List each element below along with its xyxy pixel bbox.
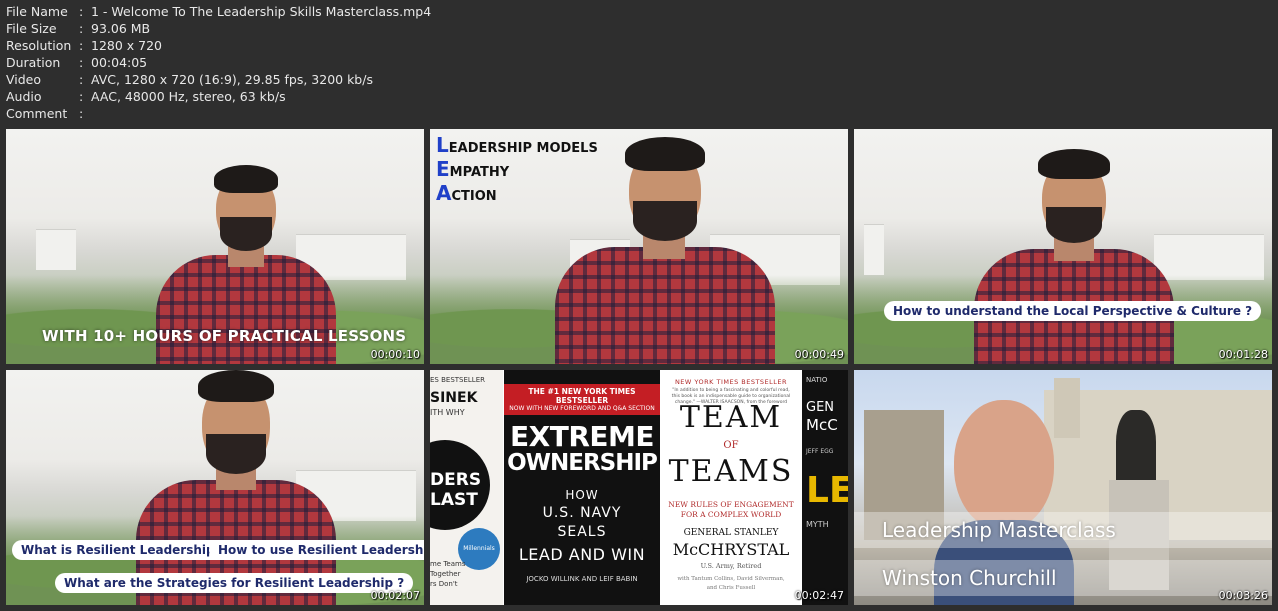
info-value: 00:04:05	[91, 55, 148, 70]
info-separator: :	[79, 21, 84, 36]
timestamp: 00:00:10	[370, 348, 420, 361]
caption: WITH 10+ HOURS OF PRACTICAL LESSONS	[42, 327, 407, 345]
book-team-of-teams: NEW YORK TIMES BESTSELLER "In addition t…	[661, 370, 801, 605]
file-info-row-video: Video: AVC, 1280 x 720 (16:9), 29.85 fps,…	[6, 71, 431, 88]
info-key: Comment	[6, 106, 68, 121]
caption-pill-1: What is Resilient Leadership ?	[12, 540, 235, 560]
timestamp: 00:02:47	[794, 589, 844, 602]
lea-acronym: LEADERSHIP MODELS EMPATHY ACTION	[436, 135, 598, 207]
info-key: File Name	[6, 4, 68, 19]
book-banner: THE #1 NEW YORK TIMES BESTSELLER NOW WIT…	[504, 384, 660, 415]
info-value: 1280 x 720	[91, 38, 163, 53]
info-separator: :	[79, 89, 84, 104]
thumbnail-2[interactable]: LEADERSHIP MODELS EMPATHY ACTION 00:00:4…	[430, 129, 848, 364]
tower	[1054, 378, 1080, 438]
file-info-row-file-size: File Size:93.06 MB	[6, 20, 431, 37]
caption-pill-3: What are the Strategies for Resilient Le…	[55, 573, 414, 593]
file-info-row-audio: Audio: AAC, 48000 Hz, stereo, 63 kb/s	[6, 88, 431, 105]
info-separator: :	[79, 4, 84, 19]
info-separator: :	[79, 38, 84, 53]
timestamp: 00:03:26	[1218, 589, 1268, 602]
caption-pill: How to understand the Local Perspective …	[884, 301, 1262, 321]
presenter	[964, 149, 1184, 364]
timestamp: 00:01:28	[1218, 348, 1268, 361]
info-separator: :	[79, 55, 84, 70]
info-key: Audio	[6, 89, 42, 104]
presenter	[126, 370, 346, 605]
info-separator: :	[79, 106, 84, 121]
lea-line-1: LEADERSHIP MODELS	[436, 133, 598, 157]
file-info-row-comment: Comment:	[6, 105, 431, 122]
info-value: 1 - Welcome To The Leadership Skills Mas…	[91, 4, 432, 19]
lea-line-2: EMPATHY	[436, 157, 510, 181]
book-extreme-ownership: THE #1 NEW YORK TIMES BESTSELLER NOW WIT…	[504, 370, 660, 605]
caption-pill-2: How to use Resilient Leadership ?	[209, 540, 424, 560]
building	[864, 224, 884, 275]
file-info-panel: File Name:1 - Welcome To The Leadership …	[6, 3, 431, 122]
file-info-row-file-name: File Name:1 - Welcome To The Leadership …	[6, 3, 431, 20]
info-key: Resolution	[6, 38, 72, 53]
info-value: AAC, 48000 Hz, stereo, 63 kb/s	[91, 89, 286, 104]
book-leaders-eat-last: ES BESTSELLER SINEK ITH WHY DERS LAST Mi…	[430, 370, 503, 605]
thumbnail-6[interactable]: Leadership Masterclass Winston Churchill…	[854, 370, 1272, 605]
thumbnail-3[interactable]: How to understand the Local Perspective …	[854, 129, 1272, 364]
thumbnail-5[interactable]: ES BESTSELLER SINEK ITH WHY DERS LAST Mi…	[430, 370, 848, 605]
info-key: Video	[6, 72, 42, 87]
file-info-row-duration: Duration:00:04:05	[6, 54, 431, 71]
info-value: 93.06 MB	[91, 21, 151, 36]
overlay-subtitle: Winston Churchill	[854, 560, 1272, 596]
thumbnail-1[interactable]: WITH 10+ HOURS OF PRACTICAL LESSONS 00:0…	[6, 129, 424, 364]
lea-line-3: ACTION	[436, 181, 497, 205]
timestamp: 00:00:49	[794, 348, 844, 361]
info-key: Duration	[6, 55, 61, 70]
statue	[1116, 410, 1156, 490]
file-info-row-resolution: Resolution:1280 x 720	[6, 37, 431, 54]
timestamp: 00:02:07	[370, 589, 420, 602]
info-value: AVC, 1280 x 720 (16:9), 29.85 fps, 3200 …	[91, 72, 373, 87]
book-leadership-myth: NATIO GEN McC JEFF EGG LE MYTH	[802, 370, 848, 605]
building	[36, 229, 76, 270]
info-separator: :	[79, 72, 84, 87]
overlay-title: Leadership Masterclass	[854, 512, 1272, 548]
info-key: File Size	[6, 21, 57, 36]
presenter-face	[954, 400, 1054, 530]
thumbnail-4[interactable]: What is Resilient Leadership ? How to us…	[6, 370, 424, 605]
